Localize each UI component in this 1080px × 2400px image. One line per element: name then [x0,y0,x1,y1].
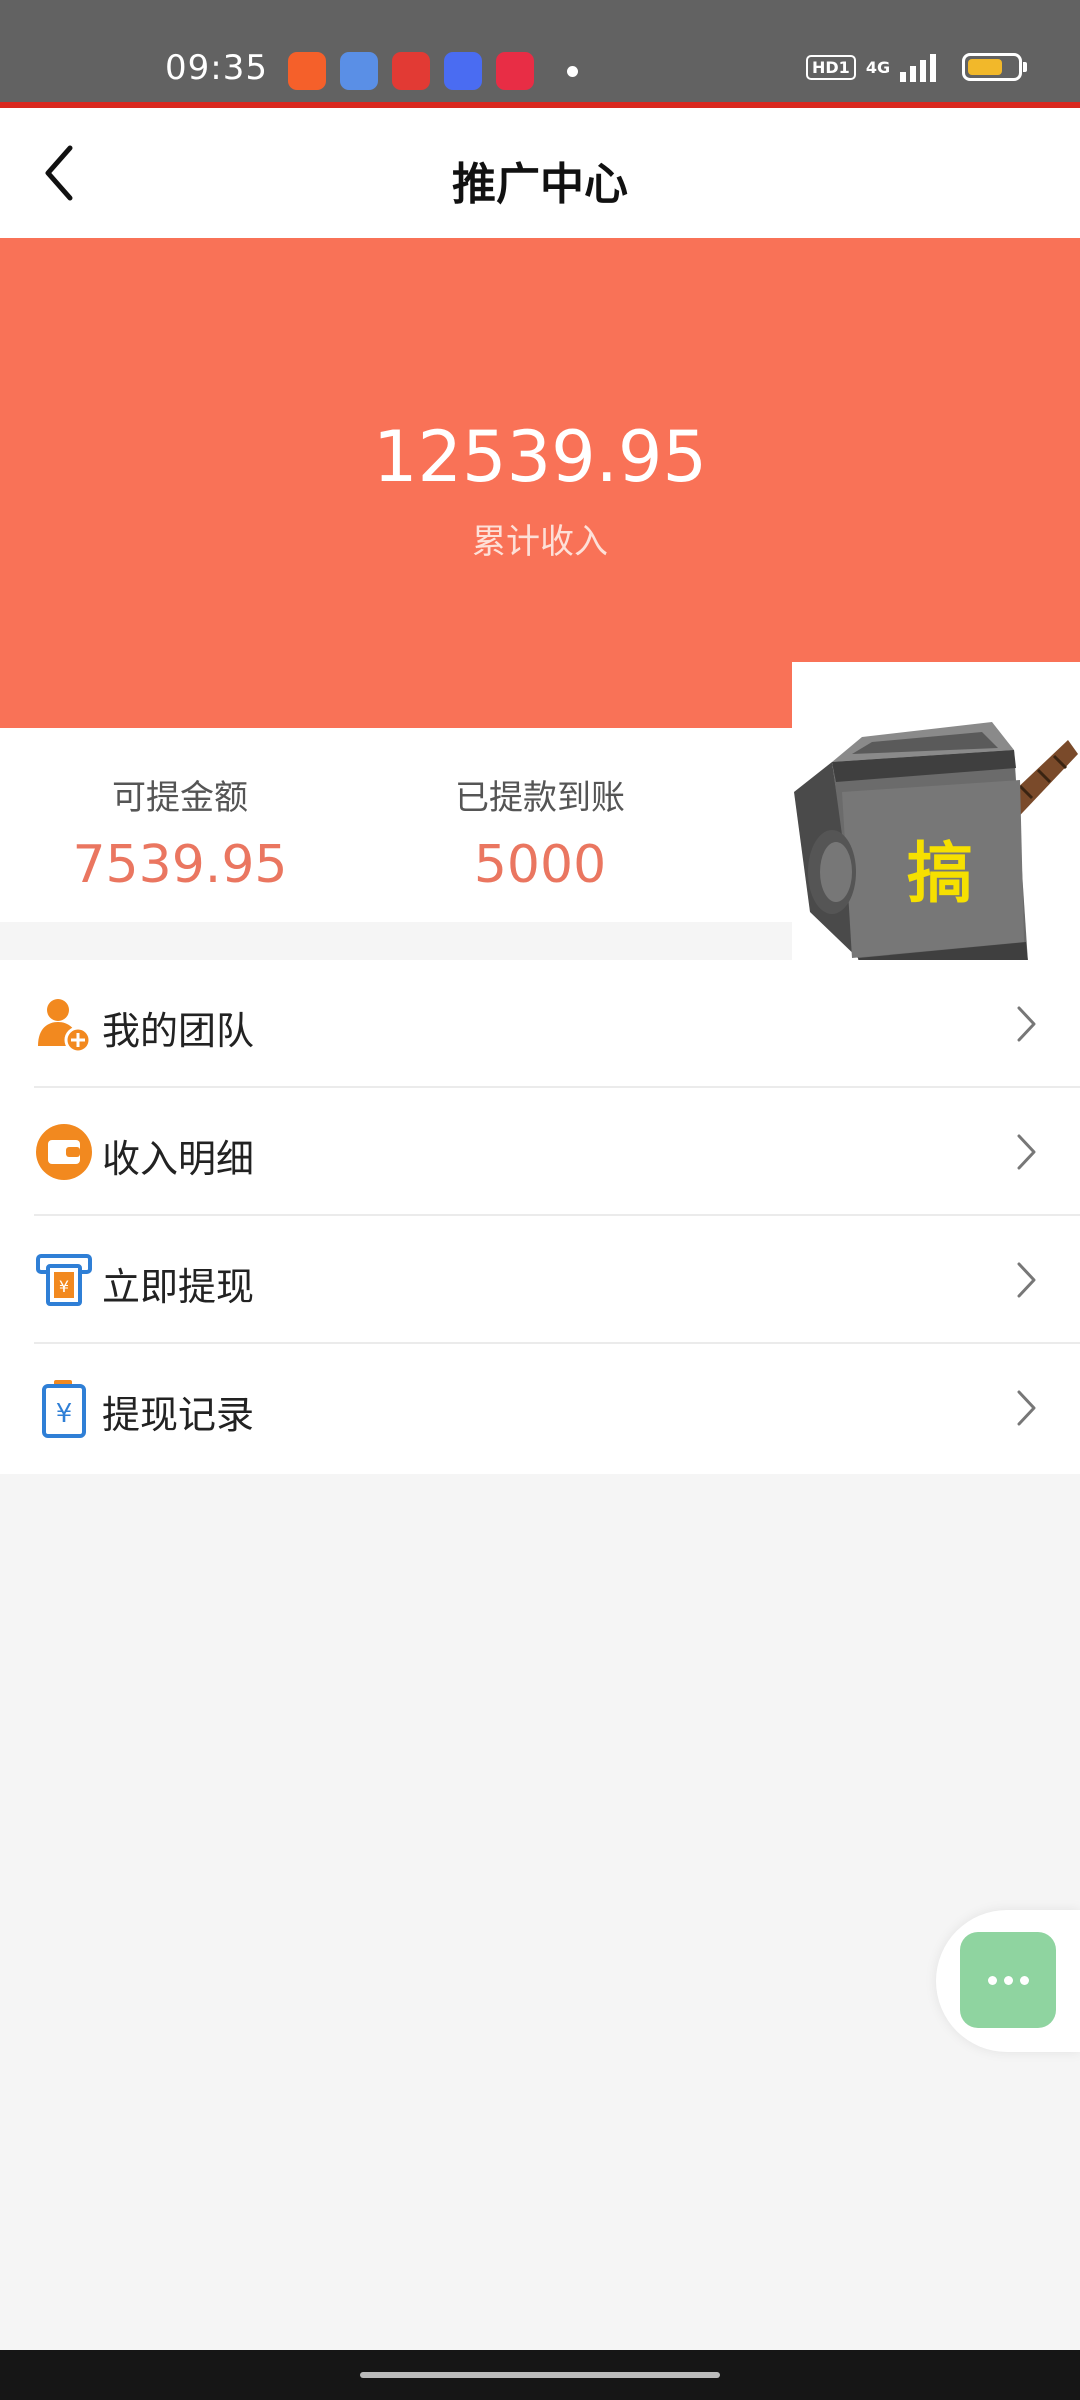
signal-icon [900,52,937,82]
home-indicator[interactable] [360,2372,720,2378]
wallet-icon [36,1124,92,1180]
more-dots-icon [987,1975,997,1985]
status-right: HD1 4G [806,52,1028,82]
available-amount-stat: 可提金额 7539.95 [0,770,360,895]
app-icon [496,52,534,90]
svg-text:¥: ¥ [56,1399,73,1429]
page-title: 推广中心 [452,159,628,210]
chevron-right-icon [1017,1134,1036,1170]
app-icon [392,52,430,90]
menu-item-label: 提现记录 [102,1393,255,1437]
app-icon [340,52,378,90]
svg-text:搞: 搞 [907,835,973,912]
menu-item-my-team[interactable]: 我的团队 [0,960,1080,1088]
menu-list: 我的团队 收入明细 ¥ 立即提现 ¥ 提现记录 [0,960,1080,1474]
status-bar: 09:35 HD1 4G [0,0,1080,108]
chevron-right-icon [1017,1262,1036,1298]
nav-bar: 推广中心 [0,108,1080,238]
floating-more-button[interactable] [960,1932,1056,2028]
total-income-amount: 12539.95 [372,416,707,498]
status-time: 09:35 [165,48,268,88]
svg-text:¥: ¥ [59,1277,69,1296]
menu-item-withdraw-records[interactable]: ¥ 提现记录 [0,1344,1080,1472]
notification-app-icons [288,52,534,90]
battery-icon [962,53,1028,81]
chevron-right-icon [1017,1390,1036,1426]
withdraw-icon: ¥ [36,1254,92,1306]
total-income-banner: 12539.95 累计收入 [0,238,1080,728]
stat-value: 7539.95 [72,835,288,895]
hd-badge: HD1 [806,54,856,80]
menu-item-label: 立即提现 [102,1265,255,1309]
total-income-label: 累计收入 [472,522,608,562]
stat-value: 5000 [473,835,607,895]
team-add-icon [38,999,92,1054]
floating-menu-container [936,1910,1080,2052]
menu-item-income-details[interactable]: 收入明细 [0,1088,1080,1216]
stat-label: 可提金额 [112,778,248,818]
menu-item-withdraw-now[interactable]: ¥ 立即提现 [0,1216,1080,1344]
withdraw-record-icon: ¥ [42,1380,86,1438]
app-icon [288,52,326,90]
menu-item-label: 我的团队 [102,1009,255,1053]
chevron-right-icon [1017,1006,1036,1042]
network-type: 4G [865,57,891,77]
stat-label: 已提款到账 [455,778,625,818]
notification-dot-icon [567,66,578,77]
withdrawn-amount-stat: 已提款到账 5000 [360,770,720,895]
system-nav-bar [0,2350,1080,2400]
app-icon [444,52,482,90]
menu-item-label: 收入明细 [102,1137,255,1181]
